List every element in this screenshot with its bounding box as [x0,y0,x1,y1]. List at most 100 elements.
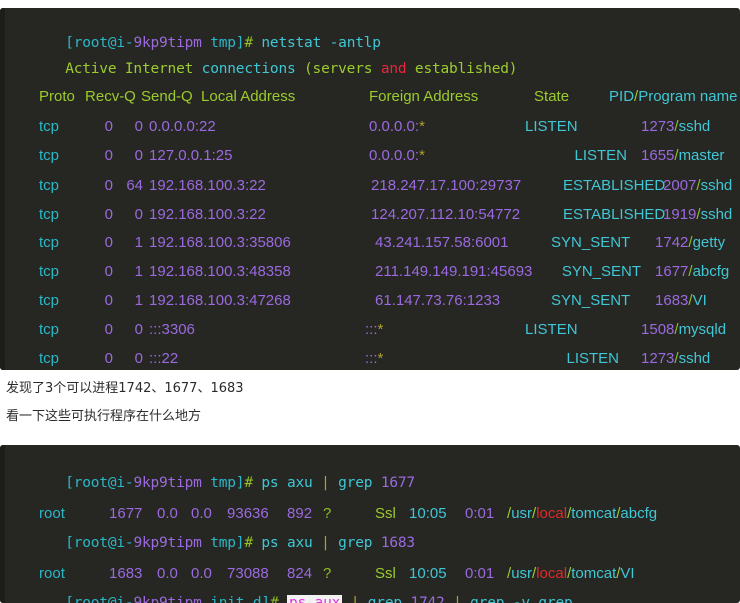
cell-rss: 892 [287,506,323,521]
cell-recvq: 0 [75,293,113,308]
prompt-sigil: # [244,475,253,491]
cell-sendq: 0 [113,148,143,163]
cell-mem: 0.0 [191,566,227,581]
cell-recvq: 0 [75,264,113,279]
ps-output-terminal[interactable]: [root@i-9kp9tipm tmp]# ps axu | grep 167… [0,445,740,603]
prompt-command-grep: grep [330,475,381,491]
cell-recvq: 0 [75,178,113,193]
cell-tty: ? [323,566,375,581]
annotation-line-2: 看一下这些可执行程序在什么地方 [6,405,201,424]
selected-command-text[interactable]: ps aux [287,595,342,603]
cell-state: SYN_SENT [551,293,655,308]
cell-sendq: 1 [113,264,143,279]
cell-rss: 824 [287,566,323,581]
cell-recvq: 0 [75,235,113,250]
cell-cpu: 0.0 [157,566,191,581]
annotation-line-1: 发现了3个可以进程1742、1677、1683 [6,377,244,396]
cell-state: LISTEN [525,322,641,337]
grep-arg-1: 1742 [410,595,444,603]
path-local-highlight: local [536,505,567,522]
cell-local-address: 0.0.0.0:22 [143,119,369,134]
cell-local-address: 192.168.100.3:22 [143,178,371,193]
header-state: State [534,89,609,104]
cell-foreign-address: 0.0.0.0: [369,147,419,164]
pipe-symbol: | [445,595,471,603]
pipe-symbol: | [342,595,368,603]
prompt-command-grep: grep [330,535,381,551]
header-recvq: Recv-Q [85,89,141,104]
cell-proto: tcp [39,322,75,337]
cell-proto: tcp [39,235,75,250]
table-row[interactable]: tcp00::1:25:::*LISTEN1655/master [14,355,724,370]
netstat-output-terminal[interactable]: [root@i-9kp9tipm tmp]# netstat -antlp Ac… [0,8,740,370]
cell-foreign-wildcard: * [378,369,384,370]
prompt-cwd: tmp] [202,475,245,491]
cell-local-address: 192.168.100.3:48358 [143,264,375,279]
prompt-cwd: tmp] [202,535,245,551]
cell-tty: ? [323,506,375,521]
cell-recvq: 0 [75,148,113,163]
cell-sendq: 1 [113,293,143,308]
prompt-user: [root@i- [65,475,133,491]
header-sendq: Send-Q [141,89,201,104]
prompt-cwd: init.d] [202,595,270,603]
prompt-command: ps axu [253,535,321,551]
cell-sendq: 1 [113,235,143,250]
cell-vsz: 93636 [227,506,287,521]
cell-recvq: 0 [75,322,113,337]
header-foreign-address: Foreign Address [369,89,534,104]
prompt-host: 9kp9tipm [133,475,201,491]
grep-command-2: grep -v grep [470,595,572,603]
cell-state: SYN_SENT [551,264,655,279]
header-local-address: Local Address [201,89,369,104]
cell-sendq: 0 [113,322,143,337]
cell-stat: Ssl [375,506,409,521]
cell-proto: tcp [39,119,75,134]
cell-state: LISTEN [525,148,641,163]
prompt-host: 9kp9tipm [133,535,201,551]
cell-state: SYN_SENT [551,235,655,250]
cell-foreign-address: ::: [365,369,378,370]
prompt-grep-arg: 1677 [381,475,415,491]
cell-local-address: 192.168.100.3:47268 [143,293,375,308]
cell-mem: 0.0 [191,506,227,521]
path-local-highlight: local [536,565,567,582]
prompt-user: [root@i- [65,535,133,551]
path-tomcat: tomcat [571,505,616,522]
cell-pid: 1677 [109,506,157,521]
cell-pid: 1655 [641,147,674,164]
cell-sendq: 64 [113,178,143,193]
cell-time: 0:01 [465,506,507,521]
path-tomcat: tomcat [571,565,616,582]
cell-local-address: 127.0.0.1:25 [143,148,369,163]
prompt-host: 9kp9tipm [133,595,201,603]
cell-state: LISTEN [525,119,641,134]
cell-recvq: 0 [75,119,113,134]
cell-user: root [39,566,109,581]
prompt-sigil: # [244,535,253,551]
cell-program: master [679,369,725,370]
pipe-symbol: | [321,535,330,551]
cell-proto: tcp [39,264,75,279]
path-binary: VI [620,565,634,582]
cell-local-address: :::3306 [143,322,365,337]
prompt-command: ps axu [253,475,321,491]
cell-proto: tcp [39,293,75,308]
pipe-symbol: | [321,475,330,491]
header-proto: Proto [39,89,85,104]
cell-local-address: 192.168.100.3:35806 [143,235,375,250]
cell-vsz: 73088 [227,566,287,581]
cell-state: ESTABLISHED [563,178,663,193]
prompt-user: [root@i- [65,595,133,603]
cell-foreign-wildcard: * [419,147,425,164]
grep-command-1: grep [368,595,411,603]
cell-start: 10:05 [409,566,465,581]
cell-stat: Ssl [375,566,409,581]
path-binary: abcfg [620,505,657,522]
path-usr: usr [511,565,532,582]
cell-user: root [39,506,109,521]
header-pid: PID [609,88,634,105]
path-usr: usr [511,505,532,522]
header-program-name: Program name [638,88,737,105]
cell-start: 10:05 [409,506,465,521]
